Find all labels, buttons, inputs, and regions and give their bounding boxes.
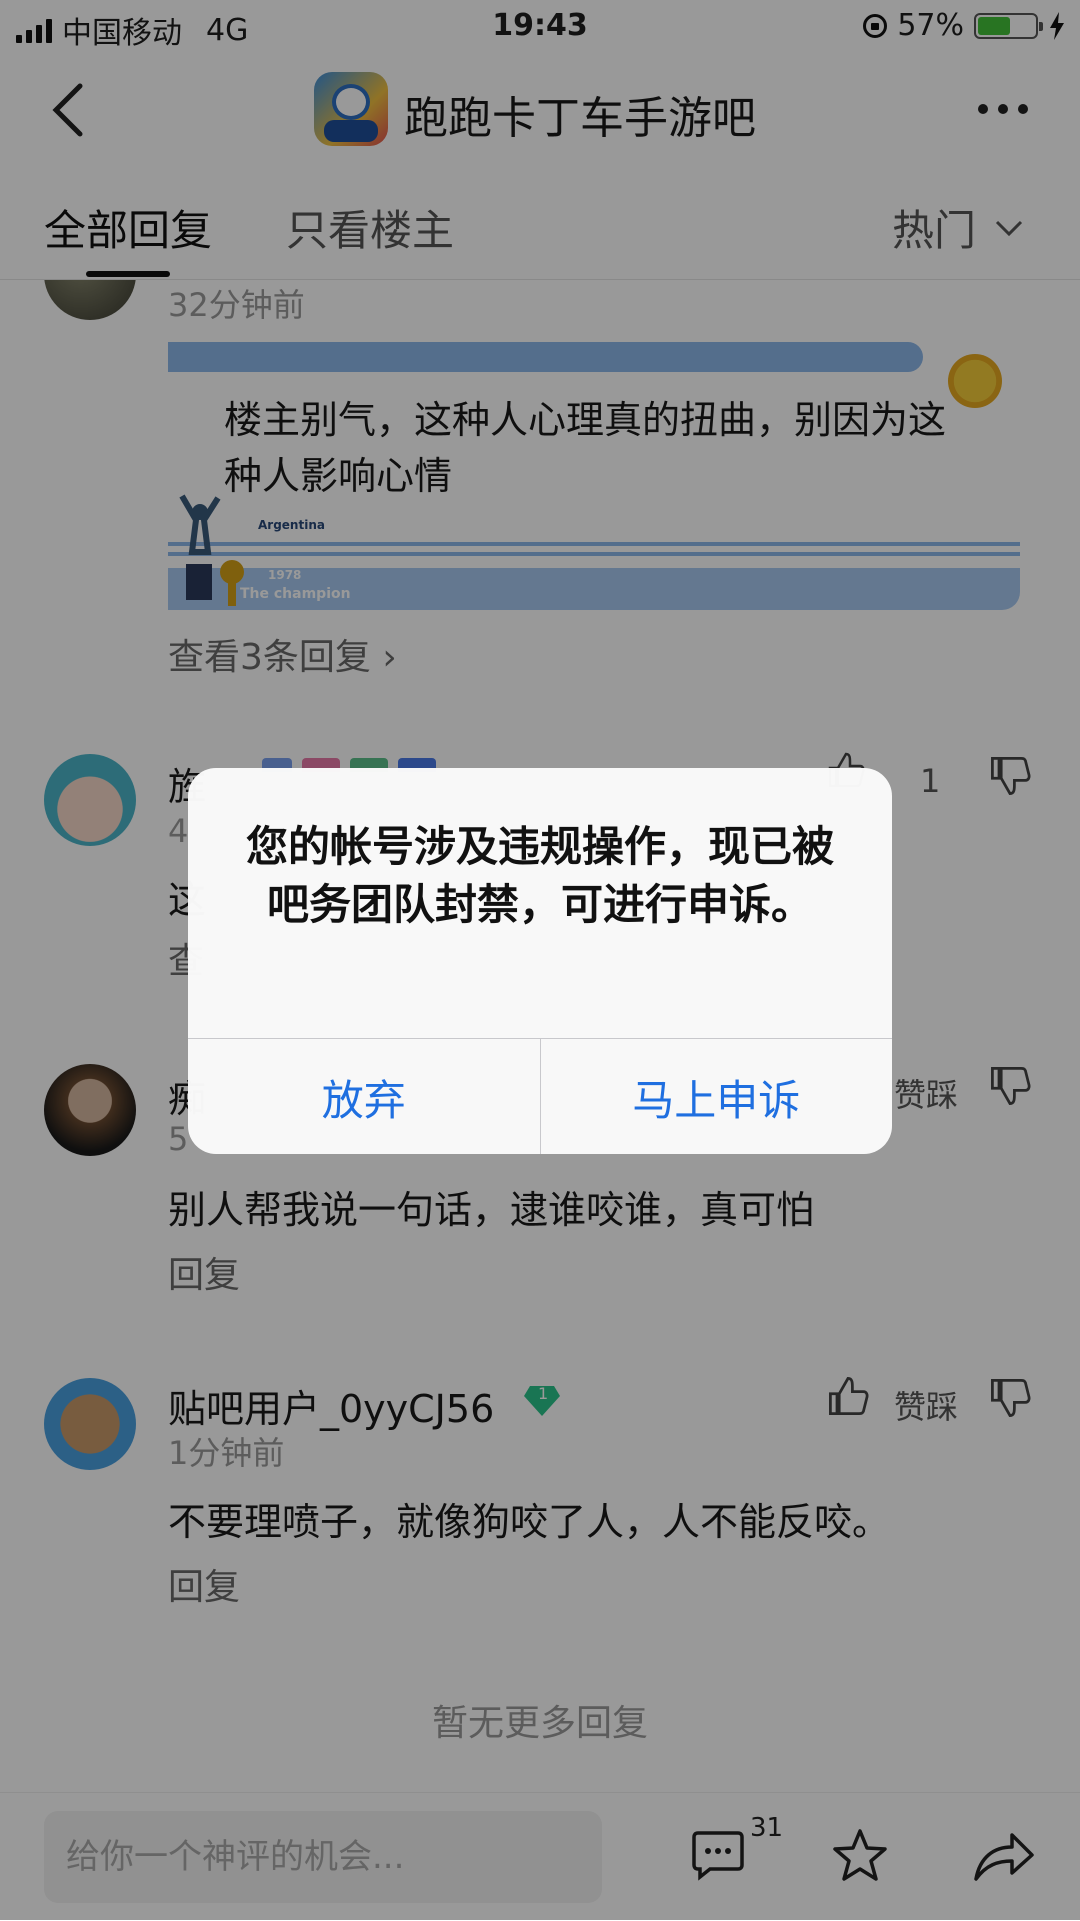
appeal-button[interactable]: 马上申诉	[539, 1039, 893, 1154]
cancel-button[interactable]: 放弃	[188, 1039, 540, 1154]
alert-message: 您的帐号涉及违规操作，现已被吧务团队封禁，可进行申诉。	[245, 822, 834, 929]
alert-buttons: 放弃 马上申诉	[188, 1038, 892, 1154]
ban-alert-dialog: 您的帐号涉及违规操作，现已被吧务团队封禁，可进行申诉。 放弃 马上申诉	[188, 768, 892, 1154]
